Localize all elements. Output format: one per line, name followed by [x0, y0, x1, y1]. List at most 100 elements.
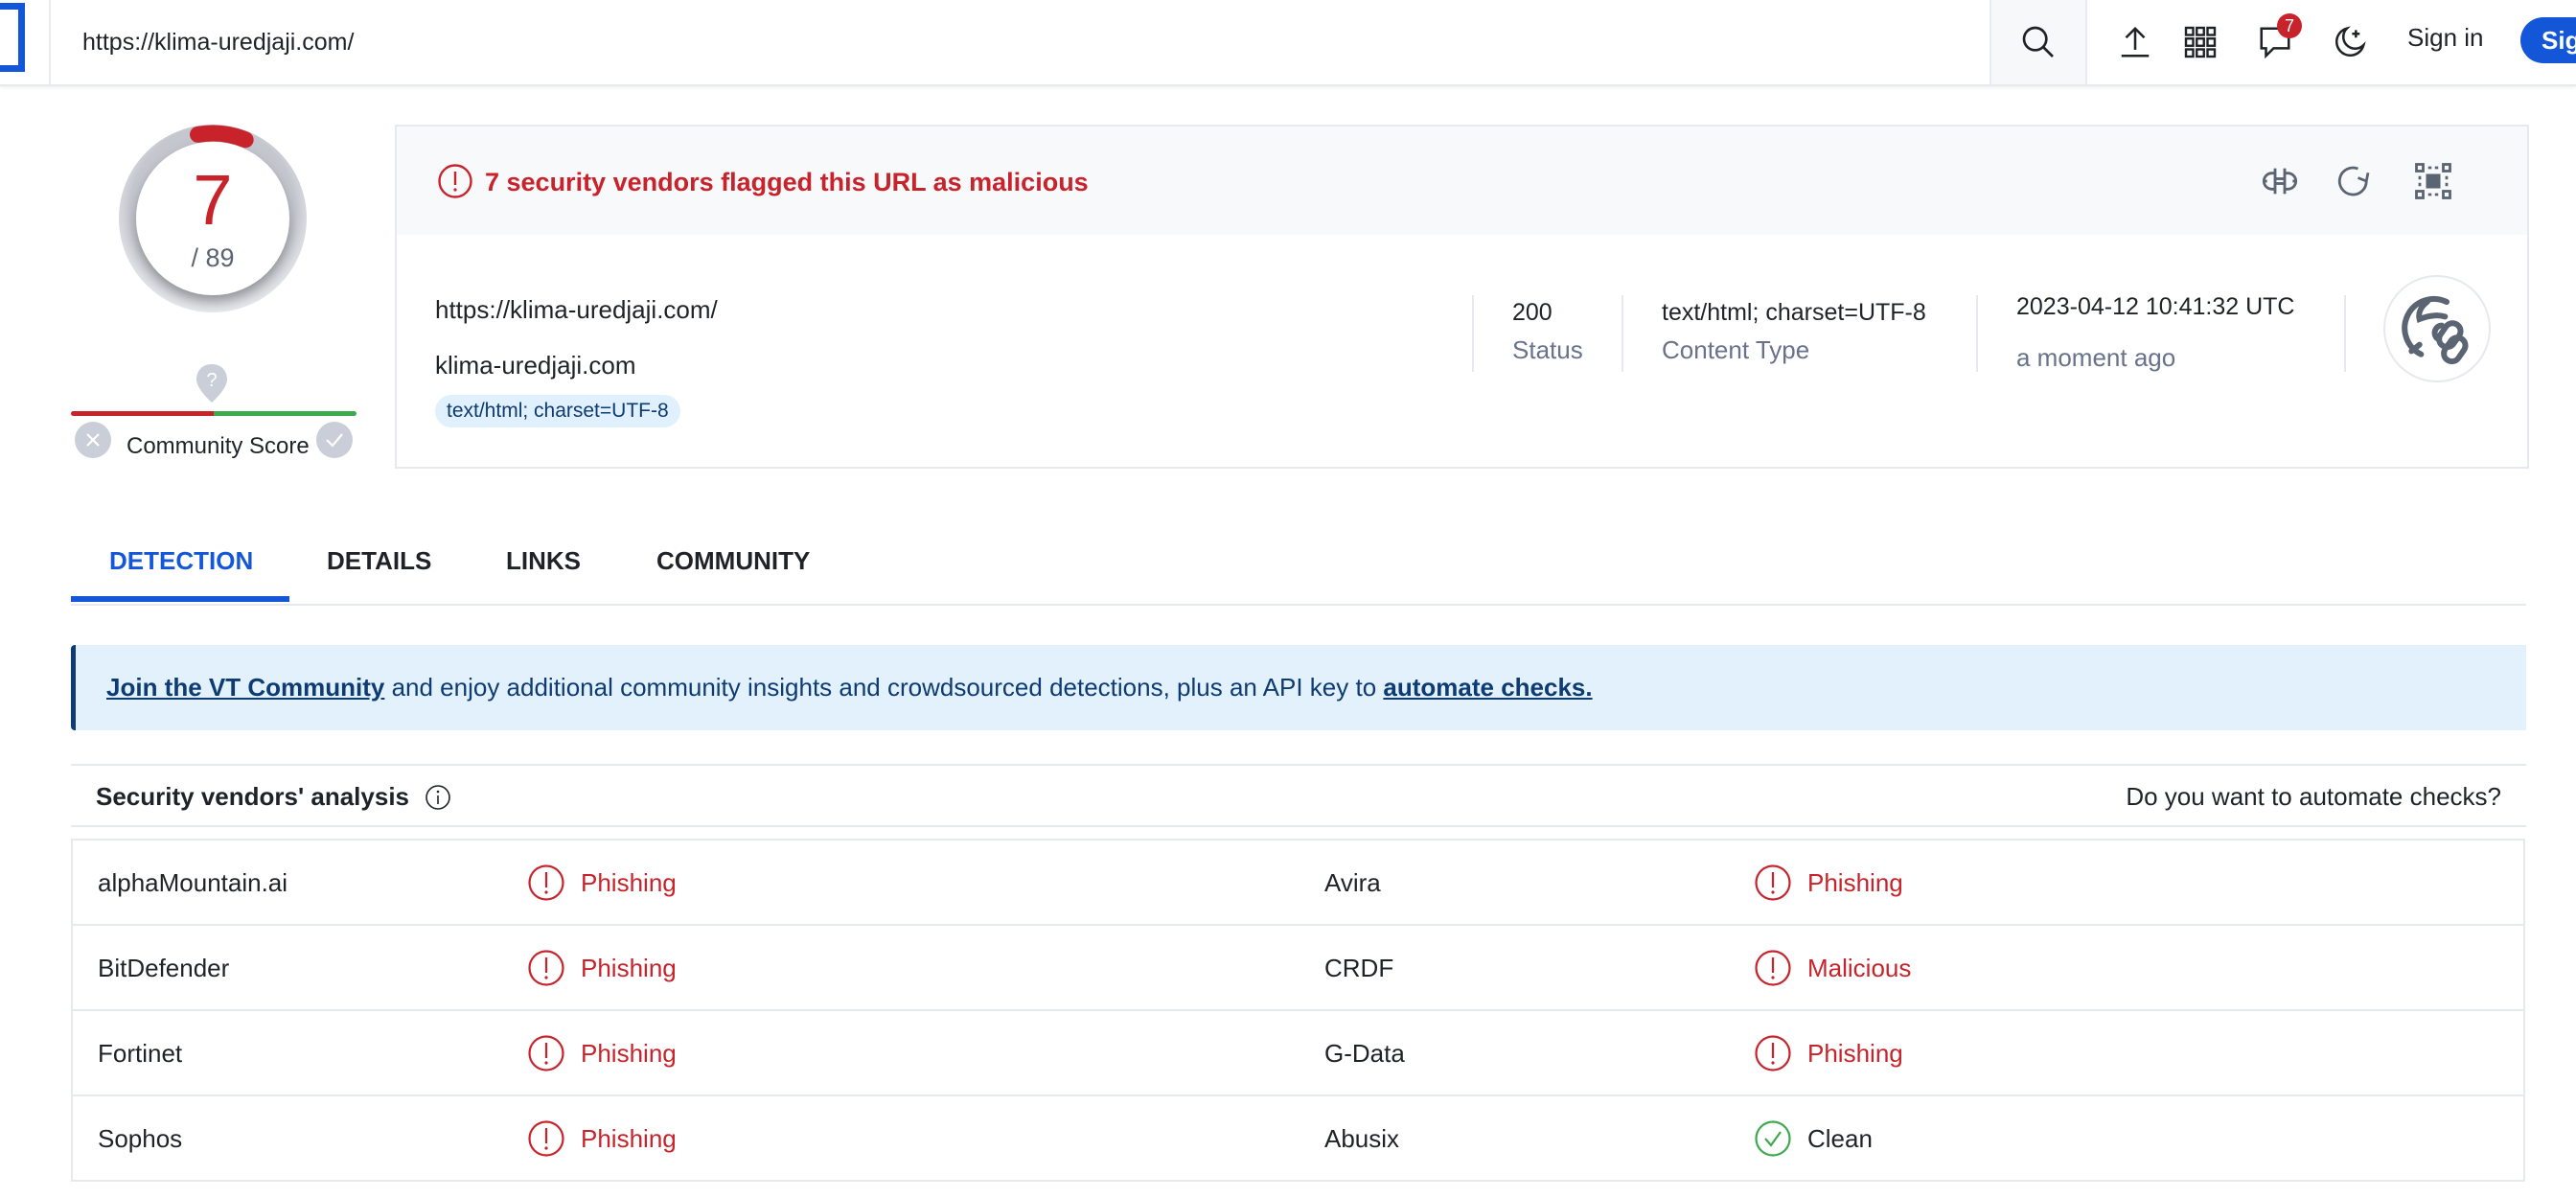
- vendor-name: BitDefender: [98, 954, 230, 982]
- vendor-verdict: Phishing: [1807, 867, 1903, 897]
- upload-button[interactable]: [2112, 19, 2158, 65]
- alert-icon: [1755, 950, 1791, 986]
- url-summary-card: 7 security vendors flagged this URL as m…: [395, 125, 2529, 469]
- notifications-button[interactable]: 7: [2252, 13, 2302, 65]
- divider: [49, 0, 51, 84]
- vendor-row: alphaMountain.ai Phishing Avira Phishing: [73, 841, 2523, 926]
- vendor-row: BitDefender Phishing CRDF Malicious: [73, 926, 2523, 1011]
- vendor-name: CRDF: [1324, 954, 1394, 982]
- vote-harmless-down-button[interactable]: [75, 422, 111, 458]
- active-tab-indicator: [71, 596, 289, 602]
- vendor-result: Phishing: [527, 1034, 677, 1072]
- vendor-result: Phishing: [527, 949, 677, 987]
- divider: [1976, 295, 1978, 372]
- vendor-name: Fortinet: [98, 1039, 183, 1068]
- compare-icon: [2263, 168, 2297, 195]
- alert-text: 7 security vendors flagged this URL as m…: [485, 168, 1089, 196]
- reanalyze-button[interactable]: [2333, 159, 2377, 203]
- alert-icon: [438, 164, 472, 198]
- banner-message: and enjoy additional community insights …: [384, 673, 1384, 702]
- scanned-domain[interactable]: klima-uredjaji.com: [435, 351, 636, 380]
- divider: [2344, 295, 2346, 372]
- alert-icon: [528, 864, 564, 901]
- vendor-row: Sophos Phishing Abusix Clean: [73, 1096, 2523, 1182]
- virustotal-logo[interactable]: [0, 3, 25, 72]
- alert-icon: [1755, 864, 1791, 901]
- vendor-result: Malicious: [1754, 949, 1911, 987]
- globe-link-icon: [2402, 295, 2469, 365]
- vendor-result: Clean: [1754, 1119, 1873, 1158]
- vendor-verdict: Clean: [1807, 1123, 1873, 1153]
- apps-grid-icon: [2184, 26, 2217, 58]
- detection-alert: 7 security vendors flagged this URL as m…: [397, 127, 2527, 235]
- apps-button[interactable]: [2177, 19, 2223, 65]
- check-circle-icon: [1755, 1120, 1791, 1157]
- community-pin-glyph: ?: [206, 370, 217, 391]
- http-status-value: 200: [1512, 299, 1552, 326]
- vendor-result: Phishing: [1754, 1034, 1903, 1072]
- http-status-label: Status: [1512, 335, 1583, 364]
- main-tabs: DETECTION DETAILS LINKS COMMUNITY: [71, 537, 2526, 606]
- community-negative-segment: [71, 411, 214, 416]
- community-score-marker-icon: ?: [196, 364, 227, 403]
- top-bar: 7 Sign in Sign up: [0, 0, 2576, 86]
- content-type-value: text/html; charset=UTF-8: [1662, 299, 1926, 326]
- vendors-table: alphaMountain.ai Phishing Avira Phishing Bit…: [71, 839, 2525, 1182]
- community-score-label: Community Score: [126, 433, 310, 459]
- scanned-url: https://klima-uredjaji.com/: [435, 295, 718, 324]
- vendor-name: Avira: [1324, 868, 1381, 897]
- upload-icon: [2121, 26, 2150, 58]
- notification-badge: 7: [2277, 13, 2302, 38]
- search-icon: [2022, 26, 2054, 58]
- info-icon[interactable]: [424, 783, 452, 812]
- dark-mode-toggle[interactable]: [2327, 19, 2373, 65]
- divider: [1472, 295, 1474, 372]
- vendor-verdict: Phishing: [581, 867, 677, 897]
- alert-icon: [528, 1120, 564, 1157]
- community-positive-segment: [214, 411, 356, 416]
- compare-button[interactable]: [2258, 159, 2302, 203]
- vendor-result: Phishing: [527, 864, 677, 902]
- graph-button[interactable]: [2411, 159, 2455, 203]
- alert-icon: [1755, 1035, 1791, 1071]
- url-type-badge: [2383, 275, 2491, 382]
- vendor-result: Phishing: [1754, 864, 1903, 902]
- check-icon: [326, 433, 343, 448]
- banner-text: Join the VT Community and enjoy addition…: [106, 673, 1593, 703]
- automate-checks-question[interactable]: Do you want to automate checks?: [2126, 782, 2501, 812]
- url-search-input[interactable]: [82, 21, 1903, 63]
- vendor-name: alphaMountain.ai: [98, 868, 288, 897]
- community-score-bar: [71, 411, 356, 416]
- divider: [1622, 295, 1623, 372]
- sign-in-link[interactable]: Sign in: [2407, 23, 2484, 53]
- tab-detection[interactable]: DETECTION: [109, 546, 253, 576]
- community-banner: Join the VT Community and enjoy addition…: [71, 645, 2526, 730]
- content-type-label: Content Type: [1662, 335, 1810, 364]
- analysis-relative-time: a moment ago: [2016, 343, 2176, 372]
- tab-community[interactable]: COMMUNITY: [656, 546, 810, 576]
- vendor-verdict: Phishing: [581, 1038, 677, 1068]
- alert-icon: [528, 950, 564, 986]
- search-button[interactable]: [1990, 0, 2087, 84]
- tab-details[interactable]: DETAILS: [327, 546, 431, 576]
- score-ring-arc: [190, 125, 254, 149]
- join-community-link[interactable]: Join the VT Community: [106, 673, 384, 702]
- sign-up-button[interactable]: Sign up: [2520, 17, 2576, 63]
- vendor-verdict: Phishing: [581, 1123, 677, 1153]
- dark-mode-icon: [2334, 26, 2366, 58]
- vendor-name: Abusix: [1324, 1124, 1400, 1153]
- content-type-tag[interactable]: text/html; charset=UTF-8: [435, 395, 680, 427]
- automate-checks-link[interactable]: automate checks.: [1383, 673, 1592, 702]
- vendor-verdict: Phishing: [1807, 1038, 1903, 1068]
- vendors-title: Security vendors' analysis: [96, 782, 410, 811]
- vote-harmless-up-button[interactable]: [316, 422, 353, 458]
- detection-score-gauge: 7 / 89: [117, 123, 309, 314]
- tab-links[interactable]: LINKS: [506, 546, 581, 576]
- analysis-date: 2023-04-12 10:41:32 UTC: [2016, 293, 2295, 320]
- vendor-row: Fortinet Phishing G-Data Phishing: [73, 1011, 2523, 1096]
- vendor-verdict: Phishing: [581, 953, 677, 982]
- vendor-name: G-Data: [1324, 1039, 1405, 1068]
- detection-count: 7: [193, 160, 233, 240]
- detection-total: / 89: [191, 243, 235, 272]
- reanalyze-icon: [2337, 166, 2370, 196]
